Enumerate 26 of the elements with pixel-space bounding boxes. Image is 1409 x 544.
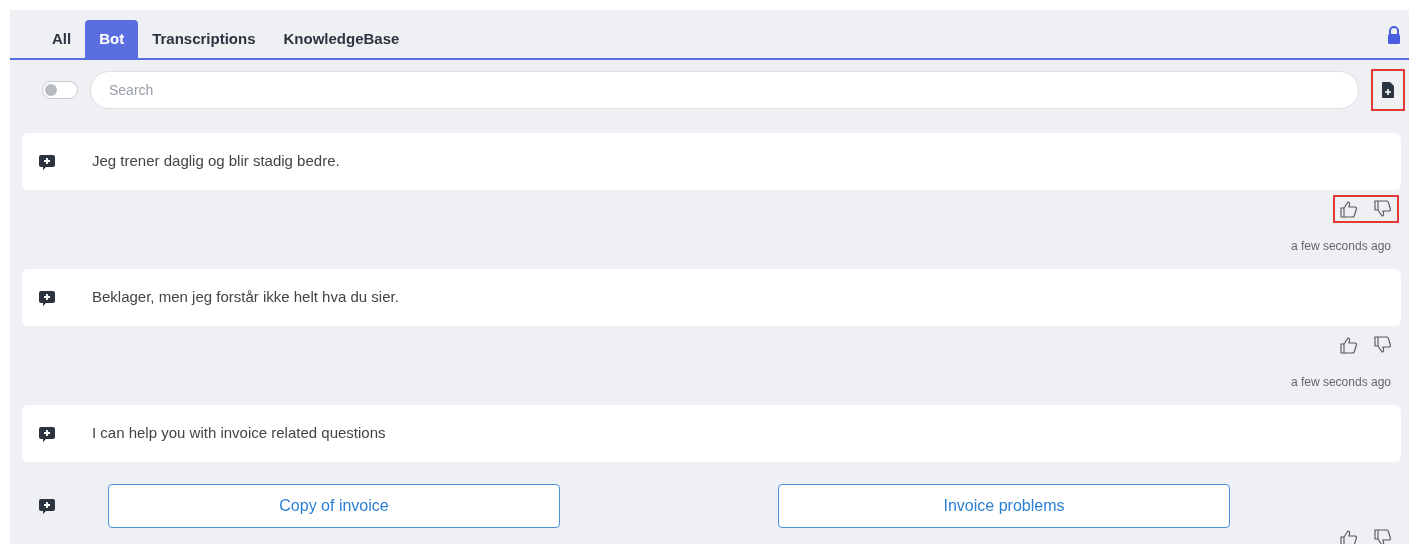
thumbs-down-icon[interactable] xyxy=(1373,528,1393,544)
message-text: I can help you with invoice related questions xyxy=(92,423,386,444)
lock-icon[interactable] xyxy=(1387,26,1401,44)
document-plus-icon xyxy=(1382,82,1394,98)
tab[interactable]: All xyxy=(38,20,86,58)
tab[interactable]: Transcriptions xyxy=(138,20,270,58)
chat-bubble-plus-icon xyxy=(38,497,56,515)
chat-bubble-plus-icon xyxy=(38,288,56,307)
toggle-switch[interactable] xyxy=(42,81,78,99)
thumbs-up-icon[interactable] xyxy=(1339,528,1359,544)
thumbs-up-icon[interactable] xyxy=(1339,199,1359,219)
timestamp: a few seconds ago xyxy=(1290,374,1391,391)
option-button[interactable]: Invoice problems xyxy=(778,484,1230,528)
option-button[interactable]: Copy of invoice xyxy=(108,484,560,528)
thumbs-down-icon[interactable] xyxy=(1373,335,1393,355)
thumbs-up-icon[interactable] xyxy=(1339,335,1359,355)
tab[interactable]: KnowledgeBase xyxy=(269,20,414,58)
new-document-button[interactable] xyxy=(1371,69,1405,111)
search-field[interactable]: Search xyxy=(90,71,1359,109)
message-text: Beklager, men jeg forstår ikke helt hva du sier. xyxy=(92,287,399,308)
message-text: Jeg trener daglig og blir stadig bedre. xyxy=(92,151,340,172)
chat-bubble-plus-icon xyxy=(38,152,56,171)
tab[interactable]: Bot xyxy=(85,20,139,58)
timestamp: a few seconds ago xyxy=(1290,238,1391,255)
chat-bubble-plus-icon xyxy=(38,424,56,443)
thumbs-down-icon[interactable] xyxy=(1373,199,1393,219)
